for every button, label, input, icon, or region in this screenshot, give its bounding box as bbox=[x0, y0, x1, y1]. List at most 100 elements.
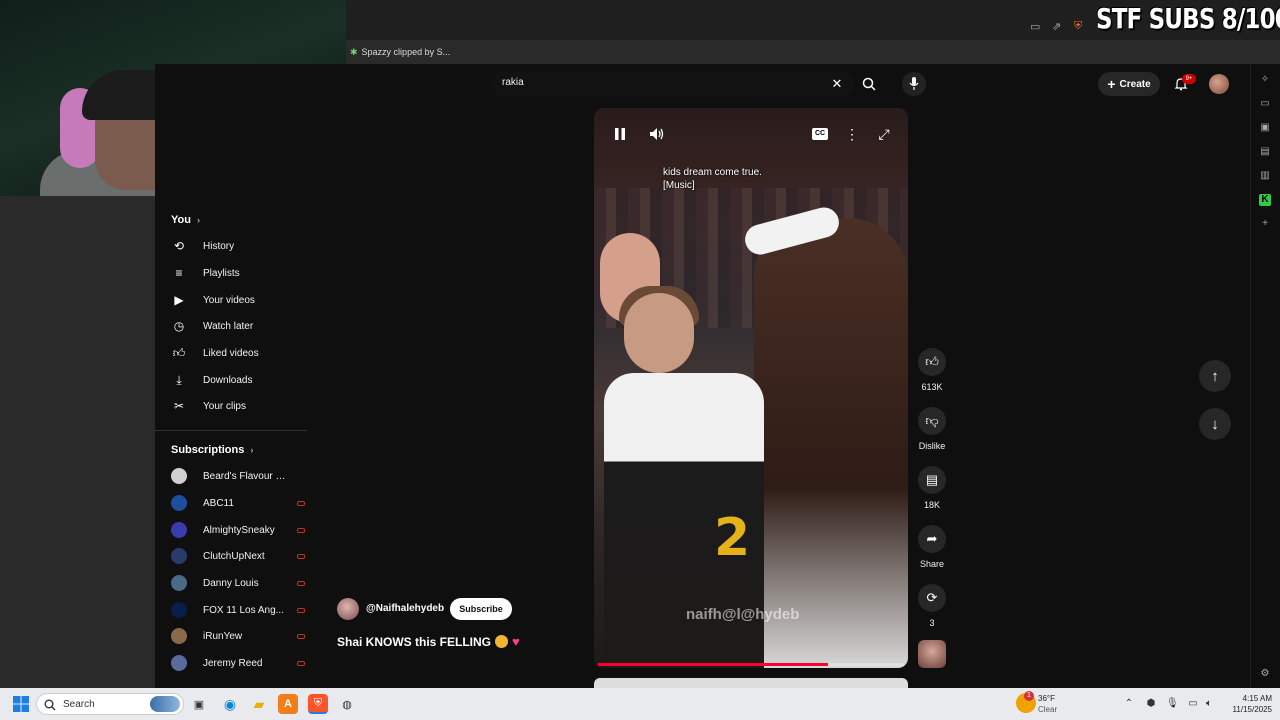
captions-icon[interactable]: CC bbox=[808, 122, 832, 146]
bookmark-favicon-icon: ✱ bbox=[350, 46, 358, 57]
chevron-right-icon: › bbox=[250, 445, 254, 455]
bookmarks-icon[interactable]: ▤ bbox=[1259, 146, 1271, 158]
next-short-preview[interactable] bbox=[594, 678, 908, 688]
subscription-item[interactable]: ClutchUpNext bbox=[171, 544, 307, 568]
kick-icon[interactable]: K bbox=[1259, 194, 1271, 206]
wallet-icon[interactable]: ▣ bbox=[1259, 122, 1271, 134]
pin-icon[interactable]: ✧ bbox=[1259, 74, 1271, 86]
app-icon[interactable]: A bbox=[278, 694, 298, 714]
windows-start-icon[interactable] bbox=[11, 694, 31, 714]
sidebar-item-label: History bbox=[203, 240, 235, 252]
clear-search-icon[interactable]: ✕ bbox=[826, 73, 848, 95]
create-label: Create bbox=[1119, 78, 1151, 90]
display-icon[interactable]: ▭ bbox=[1187, 698, 1199, 709]
weather-alert-badge: 1 bbox=[1024, 691, 1034, 701]
more-options-icon[interactable]: ⋮ bbox=[840, 122, 864, 146]
search-input[interactable] bbox=[492, 71, 854, 97]
subscription-item[interactable]: Beard's Flavour Of ... bbox=[171, 464, 307, 488]
sidebar-item-label: Your videos bbox=[203, 294, 255, 306]
thumbs-down-icon: 👎︎ bbox=[925, 413, 939, 428]
pause-icon[interactable] bbox=[608, 122, 632, 146]
left-gray-panel bbox=[0, 196, 155, 688]
sidebar-item-watch-later[interactable]: ◷ Watch later bbox=[171, 314, 307, 338]
shorts-video-player[interactable]: 2 bbox=[594, 108, 908, 668]
create-button[interactable]: + Create bbox=[1098, 72, 1160, 96]
volume-icon[interactable] bbox=[645, 122, 669, 146]
task-view-icon[interactable]: ▣ bbox=[189, 694, 209, 714]
sidebar-item-your-videos[interactable]: ▶ Your videos bbox=[171, 288, 307, 312]
media-icon[interactable]: ▭ bbox=[1259, 98, 1271, 110]
sidebar-item-your-clips[interactable]: ✂ Your clips bbox=[171, 394, 307, 418]
subscription-item[interactable]: Jeremy Reed bbox=[171, 651, 307, 675]
subscription-label: Jeremy Reed bbox=[203, 657, 263, 669]
reading-list-icon[interactable]: ▥ bbox=[1259, 170, 1271, 182]
brave-shield-icon[interactable]: ⛨ bbox=[1074, 20, 1088, 34]
sound-thumbnail[interactable] bbox=[918, 640, 946, 668]
avatar[interactable] bbox=[1209, 74, 1229, 94]
previous-short-button[interactable]: ↑ bbox=[1199, 360, 1231, 392]
video-title: Shai KNOWS this FELLING ♥ bbox=[337, 634, 520, 649]
microphone-icon[interactable] bbox=[902, 72, 926, 96]
remix-icon: ⟳ bbox=[926, 590, 938, 605]
settings-gear-icon[interactable]: ⚙ bbox=[1259, 668, 1271, 680]
share-button[interactable]: ➦ bbox=[918, 525, 946, 553]
remix-button[interactable]: ⟳ bbox=[918, 584, 946, 612]
subscription-label: AlmightySneaky bbox=[203, 524, 275, 536]
video-figure bbox=[624, 293, 694, 373]
share-page-icon[interactable]: ⇗ bbox=[1052, 20, 1066, 34]
video-jersey-number: 2 bbox=[714, 508, 751, 568]
search-icon[interactable] bbox=[858, 73, 880, 95]
microphone-tray-icon[interactable]: 🎙︎ bbox=[1166, 698, 1179, 709]
remix-count: 3 bbox=[929, 618, 935, 628]
clock-time[interactable]: 4:15 AM bbox=[1212, 694, 1272, 703]
clock-date[interactable]: 11/15/2025 bbox=[1212, 705, 1272, 714]
subscription-label: ABC11 bbox=[203, 497, 234, 509]
live-indicator-icon bbox=[297, 527, 305, 533]
add-icon[interactable]: + bbox=[1259, 218, 1271, 230]
channel-name[interactable]: @Naifhalehydeb bbox=[366, 603, 444, 614]
edge-browser-icon[interactable]: ◉ bbox=[220, 694, 240, 714]
obs-icon[interactable]: ◍ bbox=[337, 694, 357, 714]
brave-browser-icon[interactable]: ⛨ bbox=[308, 694, 328, 714]
bookmark-item[interactable]: Spazzy clipped by S... bbox=[362, 47, 451, 57]
like-button[interactable]: 👍︎ bbox=[918, 348, 946, 376]
subscription-item[interactable]: Danny Louis bbox=[171, 571, 307, 595]
channel-avatar[interactable] bbox=[337, 598, 359, 620]
subscriptions-label: Subscriptions bbox=[171, 444, 245, 456]
channel-avatar bbox=[171, 628, 187, 644]
sidebar-item-label: Your clips bbox=[203, 400, 246, 412]
comments-button[interactable]: ▤ bbox=[918, 466, 946, 494]
channel-avatar bbox=[171, 602, 187, 618]
liked-videos-icon: 👍︎ bbox=[172, 345, 186, 360]
subscription-item[interactable]: AlmightySneaky bbox=[171, 518, 307, 542]
sidebar-item-playlists[interactable]: ≡ Playlists bbox=[171, 261, 307, 285]
weather-temperature: 36°F bbox=[1038, 694, 1055, 703]
subscription-item[interactable]: FOX 11 Los Ang... bbox=[171, 598, 307, 622]
arrow-up-icon: ↑ bbox=[1211, 367, 1219, 385]
sidebar-item-label: Watch later bbox=[203, 320, 254, 332]
caption-line: [Music] bbox=[663, 180, 695, 191]
share-arrow-icon: ➦ bbox=[926, 531, 938, 546]
like-count: 613K bbox=[921, 382, 943, 392]
you-label: You bbox=[171, 214, 191, 226]
you-header[interactable]: You › bbox=[171, 214, 200, 226]
dislike-label: Dislike bbox=[918, 441, 946, 451]
subscription-item[interactable]: ABC11 bbox=[171, 491, 307, 515]
next-short-button[interactable]: ↓ bbox=[1199, 408, 1231, 440]
tray-app-icon[interactable]: ⬢ bbox=[1145, 698, 1157, 709]
tray-chevron-icon[interactable]: ⌃ bbox=[1123, 698, 1135, 709]
sidebar-item-downloads[interactable]: ⤓ Downloads bbox=[171, 368, 307, 392]
fullscreen-icon[interactable]: ⤢ bbox=[872, 122, 896, 146]
sidebar-item-history[interactable]: ⟲ History bbox=[171, 234, 307, 258]
file-explorer-icon[interactable]: ▰ bbox=[249, 694, 269, 714]
cast-icon[interactable]: ▭ bbox=[1030, 20, 1044, 34]
subscription-item[interactable]: iRunYew bbox=[171, 624, 307, 648]
subscriptions-header[interactable]: Subscriptions › bbox=[171, 444, 253, 456]
sidebar-item-liked-videos[interactable]: 👍︎ Liked videos bbox=[171, 341, 307, 365]
channel-avatar bbox=[171, 655, 187, 671]
dislike-button[interactable]: 👎︎ bbox=[918, 407, 946, 435]
subscribe-button[interactable]: Subscribe bbox=[450, 598, 512, 620]
watch-later-icon: ◷ bbox=[173, 319, 185, 333]
downloads-icon: ⤓ bbox=[176, 372, 182, 387]
search-icon bbox=[44, 698, 56, 711]
